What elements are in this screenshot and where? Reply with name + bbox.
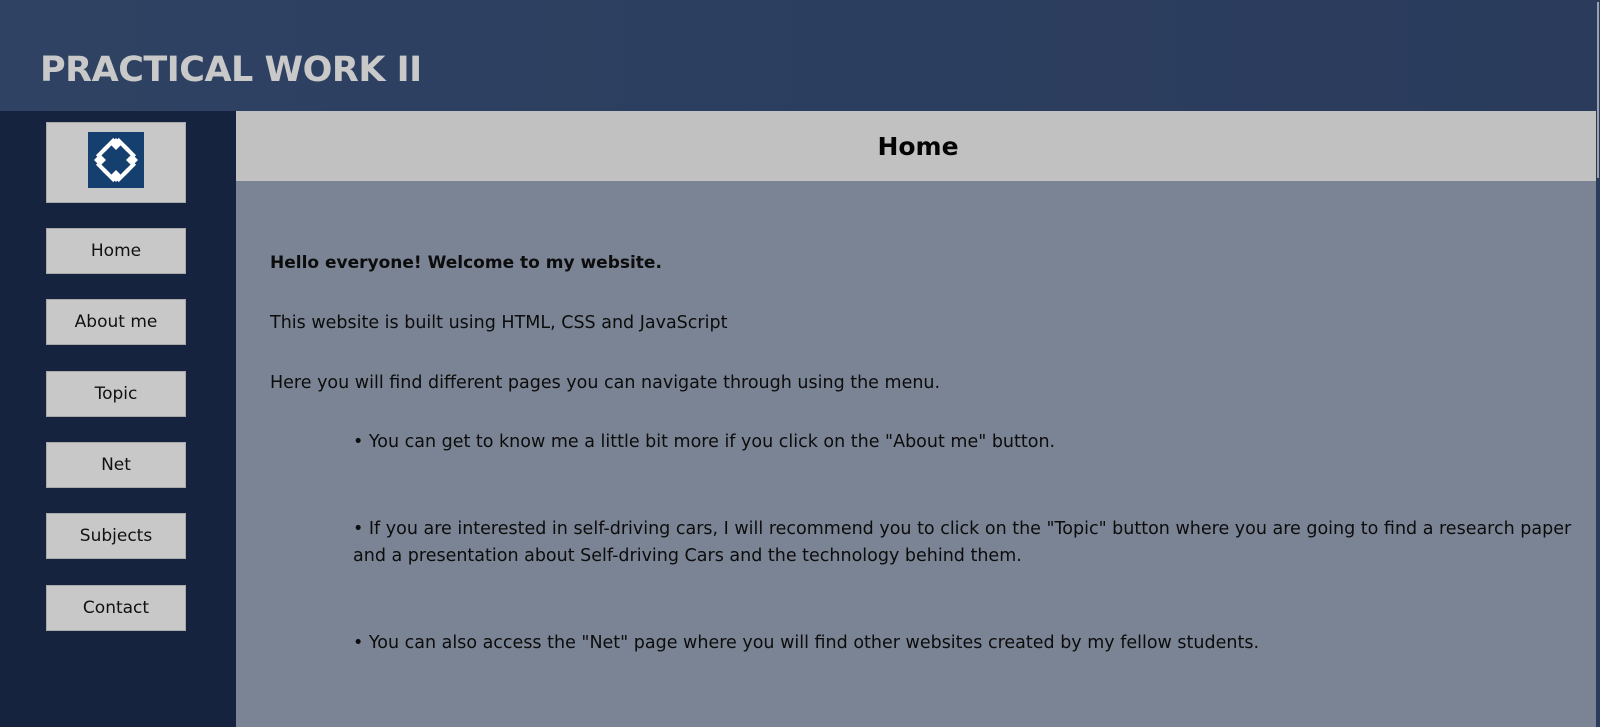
bullet-net: • You can also access the "Net" page whe… bbox=[353, 633, 1260, 653]
bullet-about-me: • You can get to know me a little bit mo… bbox=[353, 432, 1056, 452]
scrollbar[interactable] bbox=[1596, 0, 1600, 727]
logo-icon bbox=[88, 132, 144, 188]
nav-button-about-me[interactable]: About me bbox=[46, 299, 186, 345]
site-header: PRACTICAL WORK II bbox=[0, 0, 1600, 111]
scrollbar-thumb[interactable] bbox=[1597, 2, 1599, 178]
nav-button-topic[interactable]: Topic bbox=[46, 371, 186, 417]
page-title-bar: Home bbox=[236, 111, 1600, 181]
bullet-topic: • If you are interested in self-driving … bbox=[353, 519, 1572, 566]
nav-button-net[interactable]: Net bbox=[46, 442, 186, 488]
page-title: Home bbox=[877, 131, 959, 161]
nav-button-home[interactable]: Home bbox=[46, 228, 186, 274]
sidebar: Home About me Topic Net Subjects Contact bbox=[0, 111, 236, 727]
welcome-text: Hello everyone! Welcome to my website. bbox=[270, 253, 662, 273]
main-content: Home Hello everyone! Welcome to my websi… bbox=[236, 111, 1600, 727]
nav-button-subjects[interactable]: Subjects bbox=[46, 513, 186, 559]
logo-box bbox=[46, 122, 186, 203]
nav-button-contact[interactable]: Contact bbox=[46, 585, 186, 631]
navigate-text: Here you will find different pages you c… bbox=[270, 373, 941, 393]
built-with-text: This website is built using HTML, CSS an… bbox=[270, 313, 728, 333]
site-title: PRACTICAL WORK II bbox=[40, 50, 422, 90]
